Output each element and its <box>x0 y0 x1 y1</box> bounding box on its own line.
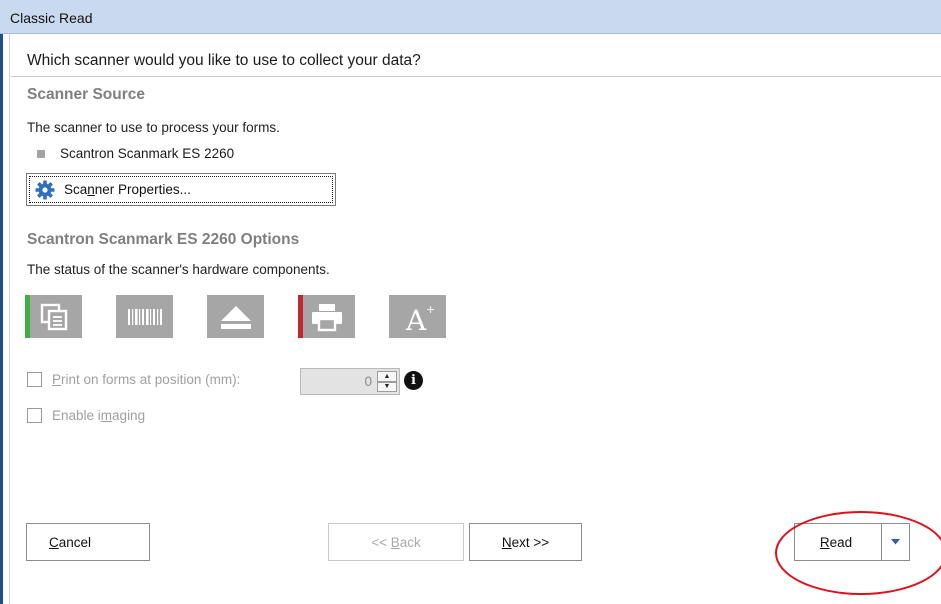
status-indicator <box>298 295 303 338</box>
scanner-source-description: The scanner to use to process your forms… <box>27 120 280 135</box>
scanner-properties-label: Scanner Properties... <box>64 182 191 197</box>
options-description: The status of the scanner's hardware com… <box>27 262 330 277</box>
read-button-label: Read <box>819 534 853 550</box>
accent-strip <box>0 34 3 604</box>
cancel-button[interactable]: Cancel <box>26 523 150 561</box>
decrement-arrow-icon[interactable]: ▼ <box>377 381 397 392</box>
print-on-forms-checkbox[interactable] <box>27 372 42 387</box>
scanner-list-item[interactable]: Scantron Scanmark ES 2260 <box>37 146 234 161</box>
next-button[interactable]: Next >> <box>469 523 582 561</box>
read-button[interactable]: Read <box>794 523 910 561</box>
next-button-label: Next >> <box>501 534 550 550</box>
scanner-source-heading: Scanner Source <box>27 86 146 103</box>
window-title: Classic Read <box>10 10 93 26</box>
scanner-bullet-icon <box>37 149 45 158</box>
status-indicator <box>207 295 212 338</box>
cancel-button-label: Cancel <box>49 534 92 550</box>
text-imaging-icon: A + <box>389 295 446 338</box>
window-left-edge <box>0 34 10 604</box>
wizard-content: Which scanner would you like to use to c… <box>11 34 941 604</box>
page-question: Which scanner would you like to use to c… <box>27 52 421 69</box>
print-on-forms-label: Print on forms at position (mm): <box>52 372 241 387</box>
print-on-forms-option[interactable]: Print on forms at position (mm): <box>27 372 240 387</box>
back-button[interactable]: << Back <box>328 523 464 561</box>
print-position-value: 0 <box>364 374 372 389</box>
increment-arrow-icon[interactable]: ▲ <box>377 371 397 382</box>
enable-imaging-label: Enable imaging <box>52 408 146 423</box>
scan-pages-icon <box>25 295 82 338</box>
header-divider <box>11 76 941 77</box>
printer-icon <box>298 295 355 338</box>
status-indicator <box>389 295 394 338</box>
chevron-down-icon[interactable] <box>881 524 909 560</box>
enable-imaging-option[interactable]: Enable imaging <box>27 408 145 423</box>
eject-icon <box>207 295 264 338</box>
scanner-name: Scantron Scanmark ES 2260 <box>60 146 235 161</box>
scanner-properties-button[interactable]: Scanner Properties... <box>26 173 336 206</box>
gear-icon <box>35 180 55 200</box>
print-position-stepper[interactable]: 0 ▲ ▼ <box>300 368 400 395</box>
options-heading: Scantron Scanmark ES 2260 Options <box>27 231 300 248</box>
hardware-status-icons: A + <box>25 295 480 338</box>
status-indicator <box>25 295 30 338</box>
status-indicator <box>116 295 121 338</box>
enable-imaging-checkbox[interactable] <box>27 408 42 423</box>
title-bar: Classic Read <box>0 0 941 34</box>
svg-text:A: A <box>405 304 427 333</box>
barcode-icon <box>116 295 173 338</box>
back-button-label: << Back <box>371 534 421 550</box>
info-icon[interactable]: i <box>404 371 423 390</box>
svg-text:+: + <box>426 303 435 316</box>
